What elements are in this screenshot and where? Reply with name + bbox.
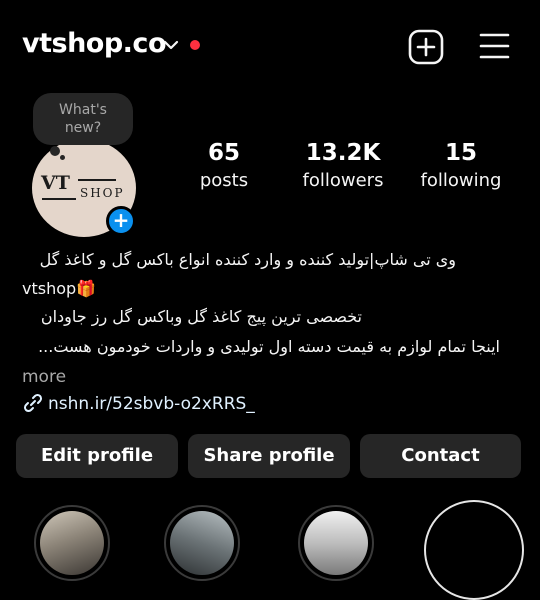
bio-line: vtshop🎁 <box>22 279 97 298</box>
chevron-down-icon[interactable] <box>163 38 179 52</box>
bio-link[interactable]: nshn.ir/52sbvb-o2xRRS_ <box>22 393 255 414</box>
link-icon <box>23 393 43 413</box>
following-label: following <box>420 170 502 191</box>
avatar-logo-line <box>42 198 76 200</box>
story-highlight[interactable] <box>164 505 240 581</box>
followers-label: followers <box>302 170 384 191</box>
bio-link-text: nshn.ir/52sbvb-o2xRRS_ <box>48 394 255 414</box>
bio-line: تخصصی ترین پیج کاغذ گل وباکس گل رز جاودا… <box>40 307 362 326</box>
highlight-cover <box>40 511 104 575</box>
bio-line: وی تی شاپ|تولید کننده و وارد کننده انواع… <box>39 250 456 269</box>
notification-dot <box>190 40 200 50</box>
story-highlight[interactable] <box>298 505 374 581</box>
followers-count: 13.2K <box>305 140 381 166</box>
highlight-cover <box>304 511 368 575</box>
following-stat[interactable]: 15 following <box>418 140 504 191</box>
contact-button[interactable]: Contact <box>360 434 521 478</box>
note-bubble-tail <box>50 146 60 156</box>
posts-count: 65 <box>207 140 240 166</box>
new-highlight-button[interactable] <box>424 500 524 600</box>
followers-stat[interactable]: 13.2K followers <box>298 140 388 191</box>
avatar-logo-shop: SHOP <box>80 186 125 200</box>
username-switcher[interactable]: vtshop.co <box>22 28 167 59</box>
following-count: 15 <box>444 140 477 166</box>
note-text: new? <box>64 120 102 136</box>
hamburger-menu-icon[interactable] <box>478 31 511 61</box>
note-bubble-tail <box>60 155 65 160</box>
avatar-logo-vt: VT <box>41 172 70 194</box>
posts-label: posts <box>199 170 249 191</box>
note-bubble[interactable]: What's new? <box>33 93 133 145</box>
posts-stat[interactable]: 65 posts <box>188 140 260 191</box>
create-post-icon[interactable] <box>408 29 444 65</box>
add-story-button[interactable]: + <box>106 206 136 236</box>
edit-profile-button[interactable]: Edit profile <box>16 434 178 478</box>
story-highlight[interactable] <box>34 505 110 581</box>
avatar-logo-line <box>78 179 116 181</box>
highlight-cover <box>170 511 234 575</box>
share-profile-button[interactable]: Share profile <box>188 434 350 478</box>
bio-line: اینجا تمام لوازم به قیمت دسته اول تولیدی… <box>38 337 500 356</box>
note-text: What's <box>59 102 107 118</box>
bio-more-link[interactable]: more <box>22 367 502 387</box>
